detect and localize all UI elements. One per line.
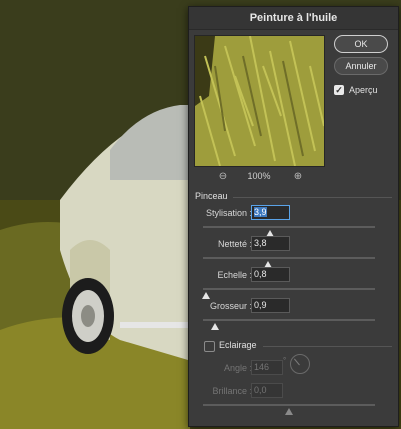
brillance-input[interactable]: 0,0 (251, 383, 283, 398)
grosseur-label: Grosseur : (209, 301, 252, 311)
ok-button[interactable]: OK (334, 35, 388, 53)
section-divider (233, 197, 392, 198)
brillance-slider-track[interactable] (203, 404, 375, 406)
brillance-param: Brillance : 0,0 (189, 383, 398, 423)
zoom-in-icon[interactable]: ⊕ (291, 170, 305, 184)
grosseur-input[interactable]: 0,9 (251, 298, 290, 313)
grosseur-param: Grosseur : 0,9 (189, 298, 398, 338)
brillance-label: Brillance : (212, 386, 252, 396)
grosseur-slider-thumb[interactable] (211, 323, 220, 330)
brillance-slider-thumb[interactable] (285, 408, 293, 415)
oil-paint-dialog: Peinture à l'huile ⊖ 100% ⊕ OK Annuler ✓… (188, 6, 399, 427)
angle-label: Angle : (223, 363, 252, 373)
dialog-title: Peinture à l'huile (189, 7, 398, 30)
angle-unit: ° (283, 356, 287, 365)
nettete-label: Netteté : (217, 239, 252, 249)
echelle-label: Echelle : (217, 270, 252, 280)
grosseur-slider-track[interactable] (203, 319, 375, 321)
echelle-input[interactable]: 0,8 (251, 267, 290, 282)
lighting-header: Eclairage (219, 340, 257, 350)
angle-dial-icon[interactable] (290, 354, 310, 374)
lighting-checkbox[interactable] (204, 341, 215, 352)
zoom-controls: ⊖ 100% ⊕ (194, 170, 323, 188)
stylisation-slider-track[interactable] (203, 226, 375, 228)
nettete-input[interactable]: 3,8 (251, 236, 290, 251)
echelle-slider-track[interactable] (203, 288, 375, 290)
nettete-slider-track[interactable] (203, 257, 375, 259)
section-divider (263, 346, 392, 347)
zoom-out-icon[interactable]: ⊖ (216, 170, 230, 184)
brush-header: Pinceau (195, 191, 228, 201)
stylisation-value: 3,9 (254, 207, 267, 217)
cancel-button[interactable]: Annuler (334, 57, 388, 75)
preview-checkbox[interactable]: ✓ (334, 85, 344, 95)
preview-label: Aperçu (349, 85, 378, 95)
stylisation-input[interactable]: 3,9 (251, 205, 290, 220)
preview-image[interactable] (194, 35, 325, 167)
zoom-level: 100% (247, 171, 271, 181)
stylisation-label: Stylisation : (205, 208, 252, 218)
angle-input[interactable]: 146 (251, 360, 283, 375)
